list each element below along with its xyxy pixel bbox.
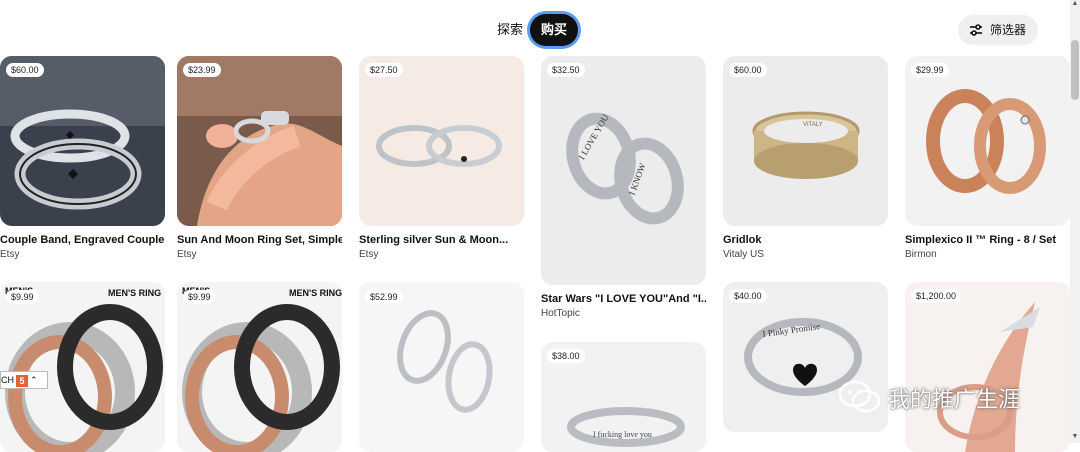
- ring-photo: [359, 56, 524, 226]
- price-badge: $60.00: [6, 63, 44, 77]
- pin-source[interactable]: HotTopic: [541, 308, 706, 319]
- pin-title[interactable]: Simplexico II ™ Ring - 8 / Set: [905, 234, 1070, 246]
- ime-toggle-icon[interactable]: ⌃: [30, 375, 38, 385]
- pin-image[interactable]: $29.99: [905, 56, 1070, 226]
- tab-buy[interactable]: 购买: [530, 14, 578, 46]
- price-badge: $27.50: [365, 63, 403, 77]
- price-badge: $23.99: [183, 63, 221, 77]
- pin-source[interactable]: Birmon: [905, 249, 1070, 260]
- ime-label: CH: [1, 375, 14, 385]
- pin-card[interactable]: $1,200.00: [905, 282, 1070, 452]
- price-badge: $40.00: [729, 289, 767, 303]
- pin-source[interactable]: Etsy: [0, 249, 165, 260]
- ring-photo: VITALY: [723, 56, 888, 226]
- pin-card[interactable]: $52.99: [359, 282, 524, 452]
- pin-image[interactable]: $23.99: [177, 56, 342, 226]
- pin-image[interactable]: I fucking love you $38.00: [541, 342, 706, 452]
- pin-card[interactable]: $23.99 Sun And Moon Ring Set, Simple... …: [177, 56, 342, 266]
- image-text: MEN'S RING: [108, 288, 161, 298]
- price-badge: $29.99: [911, 63, 949, 77]
- ime-language-widget[interactable]: CH 5 ⌃: [0, 371, 48, 389]
- scrollbar-thumb[interactable]: [1071, 40, 1079, 100]
- price-badge: $9.99: [183, 290, 216, 304]
- price-badge: $9.99: [6, 290, 39, 304]
- pin-image[interactable]: MEN'S RING MEN'S $9.99: [177, 282, 342, 452]
- pin-source[interactable]: Etsy: [177, 249, 342, 260]
- pin-image[interactable]: MEN'S RING MEN'S $9.99: [0, 282, 165, 452]
- wechat-icon: [838, 380, 881, 413]
- price-badge: $52.99: [365, 290, 403, 304]
- pin-card[interactable]: MEN'S RING MEN'S $9.99: [177, 282, 342, 452]
- pin-card[interactable]: $29.99 Simplexico II ™ Ring - 8 / Set Bi…: [905, 56, 1070, 266]
- pin-card[interactable]: VITALY $60.00 Gridlok Vitaly US: [723, 56, 888, 266]
- pin-card[interactable]: I LOVE YOU I KNOW $32.50 Star Wars "I LO…: [541, 56, 706, 326]
- watermark: 我的推广生涯: [838, 376, 1058, 416]
- pin-image[interactable]: $27.50: [359, 56, 524, 226]
- tab-explore[interactable]: 探索: [487, 14, 533, 46]
- pin-title[interactable]: Sterling silver Sun & Moon...: [359, 234, 524, 246]
- ring-photo: [905, 282, 1070, 452]
- pin-title[interactable]: Gridlok: [723, 234, 888, 246]
- pin-source[interactable]: Vitaly US: [723, 249, 888, 260]
- scroll-down-arrow-icon[interactable]: ▼: [1071, 433, 1079, 440]
- pin-card[interactable]: $60.00 Couple Band, Engraved Couple... E…: [0, 56, 165, 266]
- pin-title[interactable]: Sun And Moon Ring Set, Simple...: [177, 234, 342, 246]
- price-badge: $38.00: [547, 349, 585, 363]
- pin-card[interactable]: $27.50 Sterling silver Sun & Moon... Ets…: [359, 56, 524, 266]
- image-text: I fucking love you: [593, 430, 652, 439]
- image-text: VITALY: [803, 122, 823, 128]
- pin-image[interactable]: $52.99: [359, 282, 524, 452]
- top-bar: 探索 购买 筛选器: [0, 0, 1080, 60]
- ime-badge-icon: 5: [16, 374, 28, 387]
- ring-photo: [359, 282, 524, 452]
- ring-photo: [177, 56, 342, 226]
- price-badge: $32.50: [547, 63, 585, 77]
- pin-card[interactable]: I fucking love you $38.00: [541, 342, 706, 452]
- pin-title[interactable]: Couple Band, Engraved Couple...: [0, 234, 165, 246]
- ring-photo: I LOVE YOU I KNOW: [541, 56, 706, 285]
- sliders-icon: [970, 24, 982, 36]
- pin-title[interactable]: Star Wars "I LOVE YOU"And "I...: [541, 293, 706, 305]
- image-text: MEN'S RING: [289, 288, 342, 298]
- ring-photo: [0, 56, 165, 226]
- watermark-text: 我的推广生涯: [888, 387, 1021, 412]
- price-badge: $1,200.00: [911, 289, 962, 303]
- pin-source[interactable]: Etsy: [359, 249, 524, 260]
- pin-card[interactable]: MEN'S RING MEN'S $9.99: [0, 282, 165, 452]
- pin-image[interactable]: VITALY $60.00: [723, 56, 888, 226]
- filter-button[interactable]: 筛选器: [958, 15, 1038, 45]
- scroll-up-arrow-icon[interactable]: ▲: [1071, 0, 1079, 7]
- ring-photo: MEN'S RING MEN'S: [177, 282, 342, 452]
- ring-photo: MEN'S RING MEN'S: [0, 282, 165, 452]
- pin-image[interactable]: I LOVE YOU I KNOW $32.50: [541, 56, 706, 285]
- ring-photo: [905, 56, 1070, 226]
- pin-image[interactable]: $60.00: [0, 56, 165, 226]
- price-badge: $60.00: [729, 63, 767, 77]
- filter-label: 筛选器: [990, 23, 1027, 37]
- pin-image[interactable]: $1,200.00: [905, 282, 1070, 452]
